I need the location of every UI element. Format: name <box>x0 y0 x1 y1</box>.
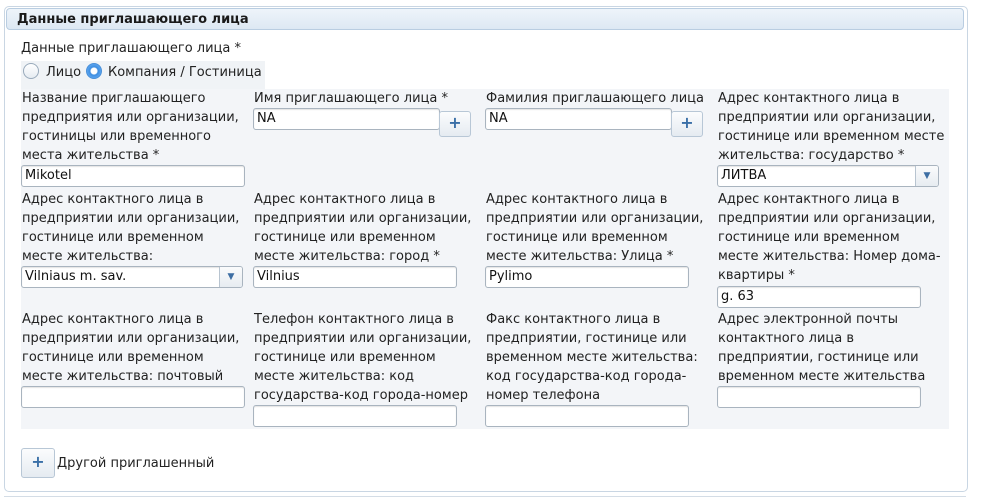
house-number-input[interactable]: g. 63 <box>717 286 921 308</box>
radio-company-label[interactable]: Компания / Гостиница <box>108 65 262 80</box>
add-first-name-button[interactable]: + <box>439 111 471 137</box>
add-another-invitee-label[interactable]: Другой приглашенный <box>57 456 214 471</box>
company-name-input[interactable]: Mikotel <box>21 165 245 187</box>
inviter-type-label: Данные приглашающего лица * <box>21 41 241 56</box>
chevron-down-icon[interactable]: ▼ <box>915 166 938 186</box>
house-number-label: Адрес контактного лица в предприятии или… <box>718 192 941 283</box>
first-name-label: Имя приглашающего лица * <box>254 91 448 106</box>
municipality-select-value: Vilniaus m. sav. <box>25 269 127 284</box>
postal-code-input[interactable] <box>21 386 245 408</box>
radio-person-label[interactable]: Лицо <box>46 65 81 80</box>
chevron-down-icon[interactable]: ▼ <box>219 267 242 287</box>
email-label: Адрес электронной почты контактного лица… <box>718 312 926 384</box>
add-last-name-button[interactable]: + <box>671 111 703 137</box>
fax-label: Факс контактного лица в предприятии, гос… <box>486 312 698 403</box>
radio-person[interactable] <box>23 63 39 79</box>
add-another-invitee-button[interactable]: + <box>21 448 55 478</box>
plus-icon: + <box>448 113 462 132</box>
first-name-input[interactable]: NA <box>253 108 440 130</box>
fax-input[interactable] <box>485 405 689 427</box>
city-input[interactable]: Vilnius <box>253 266 457 288</box>
inviter-type-radio-group: Лицо Компания / Гостиница <box>21 61 265 89</box>
street-input[interactable]: Pylimo <box>485 266 689 288</box>
radio-company[interactable] <box>86 63 102 79</box>
country-select-value: ЛИТВА <box>721 168 767 183</box>
email-input[interactable] <box>717 386 921 408</box>
panel-header: Данные приглашающего лица <box>6 8 964 30</box>
municipality-select[interactable]: Vilniaus m. sav. ▼ <box>21 266 243 288</box>
company-name-label: Название приглашающего предприятия или о… <box>22 91 239 163</box>
city-label: Адрес контактного лица в предприятии или… <box>254 192 472 264</box>
country-select[interactable]: ЛИТВА ▼ <box>717 165 939 187</box>
plus-icon: + <box>680 113 694 132</box>
panel-title: Данные приглашающего лица <box>17 12 249 27</box>
last-name-input[interactable]: NA <box>485 108 672 130</box>
country-label: Адрес контактного лица в предприятии или… <box>718 91 945 163</box>
panel-bottom-divider <box>4 496 966 497</box>
street-label: Адрес контактного лица в предприятии или… <box>486 192 704 264</box>
plus-icon: + <box>31 452 45 471</box>
phone-input[interactable] <box>253 405 457 427</box>
